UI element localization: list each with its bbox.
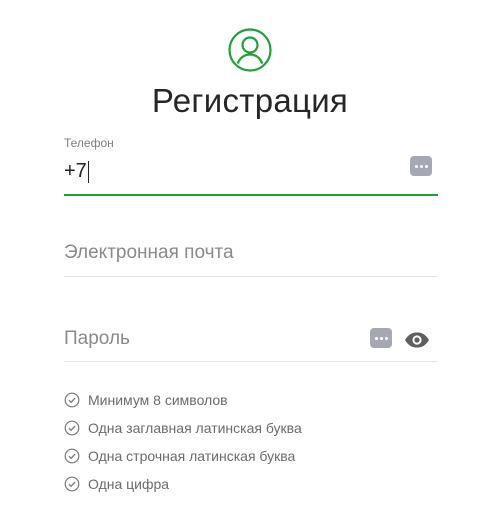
check-circle-icon <box>64 420 80 436</box>
password-rule-label: Одна цифра <box>88 476 170 492</box>
phone-field[interactable]: Телефон +7 <box>64 136 438 196</box>
text-caret <box>87 160 89 183</box>
user-circle-icon <box>228 28 272 72</box>
phone-value: +7 <box>64 160 87 182</box>
password-rules-list: Минимум 8 символов Одна заглавная латинс… <box>64 386 444 498</box>
check-circle-icon <box>64 448 80 464</box>
password-field[interactable]: Пароль <box>64 318 438 362</box>
phone-input[interactable]: +7 <box>64 160 89 183</box>
check-circle-icon <box>64 476 80 492</box>
password-rule-label: Одна строчная латинская буква <box>88 448 296 464</box>
password-manager-dots-icon[interactable] <box>410 156 432 176</box>
email-placeholder: Электронная почта <box>64 242 234 263</box>
password-rule: Одна цифра <box>64 470 444 498</box>
phone-label: Телефон <box>64 136 114 150</box>
password-rule: Минимум 8 символов <box>64 386 444 414</box>
check-circle-icon <box>64 392 80 408</box>
password-rule-label: Минимум 8 символов <box>88 392 228 408</box>
page-title: Регистрация <box>151 82 349 119</box>
password-rule: Одна строчная латинская буква <box>64 442 444 470</box>
eye-icon[interactable] <box>404 332 430 348</box>
password-rule: Одна заглавная латинская буква <box>64 414 444 442</box>
password-placeholder: Пароль <box>64 328 130 349</box>
email-field[interactable]: Электронная почта <box>64 232 438 277</box>
password-manager-dots-icon[interactable] <box>370 328 392 348</box>
password-rule-label: Одна заглавная латинская буква <box>88 420 302 436</box>
